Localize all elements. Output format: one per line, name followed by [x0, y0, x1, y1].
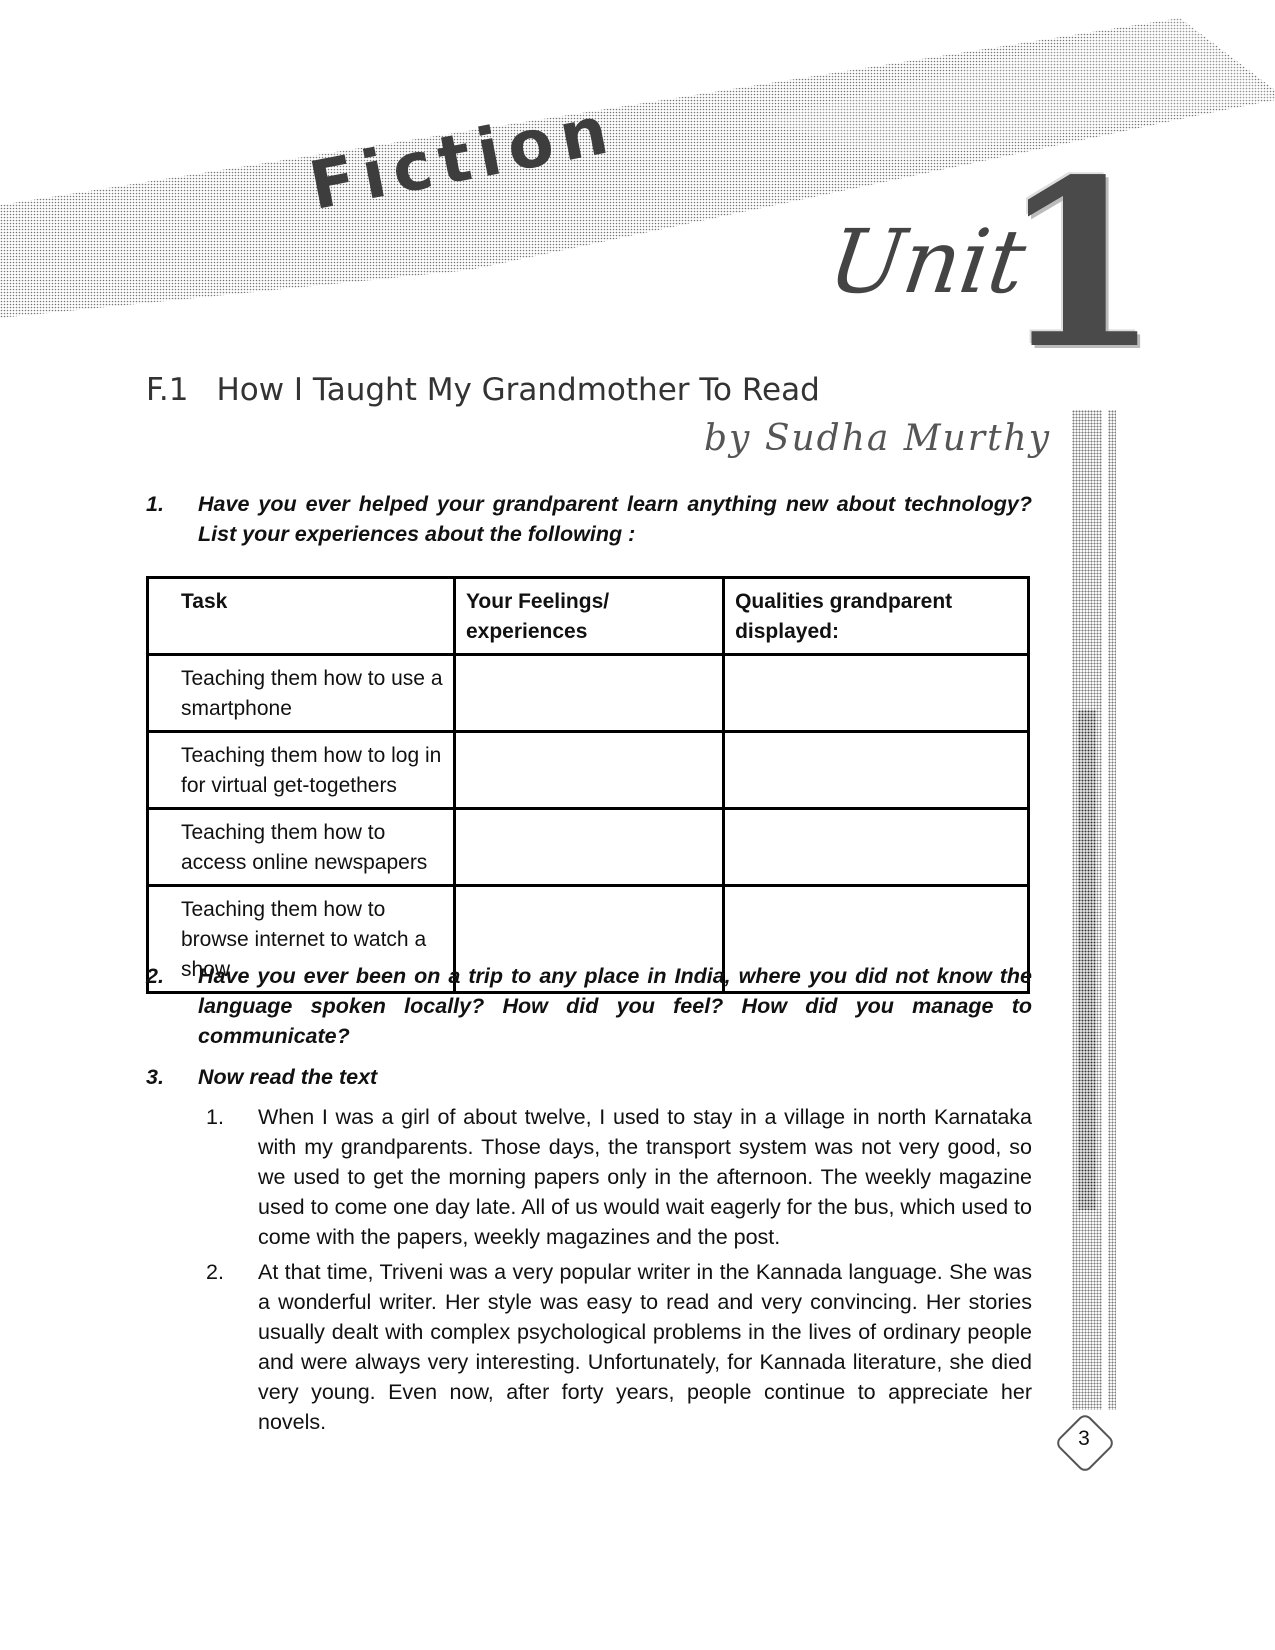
qualities-cell[interactable] [722, 730, 1030, 810]
task-cell: Teaching them how to access online newsp… [146, 807, 456, 887]
paragraph-text: When I was a girl of about twelve, I use… [258, 1105, 1032, 1249]
question-1: 1. Have you ever helped your grandparent… [146, 489, 1032, 549]
task-cell: Teaching them how to use a smartphone [146, 653, 456, 733]
unit-number: 1 [1000, 130, 1161, 400]
table-row: Teaching them how to use a smartphone [146, 653, 1030, 733]
paragraph-number: 1. [206, 1105, 224, 1129]
page-number: 3 [1078, 1427, 1090, 1450]
page-number-badge: 3 [1053, 1411, 1117, 1475]
task-cell: Teaching them how to log in for virtual … [146, 730, 456, 810]
strip-band-dark [1078, 710, 1096, 1210]
question-text: Have you ever helped your grandparent le… [198, 492, 1032, 546]
chapter-code: F.1 [146, 372, 189, 408]
question-2: 2. Have you ever been on a trip to any p… [146, 961, 1032, 1051]
reading-paragraph-2: 2. At that time, Triveni was a very popu… [206, 1257, 1032, 1437]
table-row: Teaching them how to access online newsp… [146, 807, 1030, 887]
unit-banner: Fiction Unit 1 [0, 0, 1275, 380]
question-3: 3. Now read the text [146, 1062, 1032, 1092]
feelings-cell[interactable] [452, 807, 726, 887]
chapter-heading: F.1 How I Taught My Grandmother To Read [146, 372, 820, 408]
question-text: Now read the text [198, 1065, 378, 1089]
paragraph-text: At that time, Triveni was a very popular… [258, 1260, 1032, 1434]
experience-table: Task Your Feelings/ experiences Qualitie… [146, 576, 1030, 994]
column-header-task: Task [146, 576, 456, 656]
column-header-qualities: Qualities grandparent displayed: [722, 576, 1030, 656]
author-byline: by Sudha Murthy [704, 418, 1052, 459]
strip-band-thin [1108, 410, 1116, 1410]
feelings-cell[interactable] [452, 730, 726, 810]
feelings-cell[interactable] [452, 653, 726, 733]
question-number: 3. [146, 1065, 164, 1089]
table-header-row: Task Your Feelings/ experiences Qualitie… [146, 576, 1030, 656]
reading-paragraph-1: 1. When I was a girl of about twelve, I … [206, 1102, 1032, 1252]
question-number: 1. [146, 492, 164, 516]
question-number: 2. [146, 964, 164, 988]
table-row: Teaching them how to log in for virtual … [146, 730, 1030, 810]
qualities-cell[interactable] [722, 653, 1030, 733]
decorative-side-strip [1072, 410, 1118, 1410]
paragraph-number: 2. [206, 1260, 224, 1284]
chapter-title: How I Taught My Grandmother To Read [216, 372, 820, 408]
qualities-cell[interactable] [722, 807, 1030, 887]
question-text: Have you ever been on a trip to any plac… [198, 964, 1032, 1048]
column-header-feelings: Your Feelings/ experiences [452, 576, 726, 656]
